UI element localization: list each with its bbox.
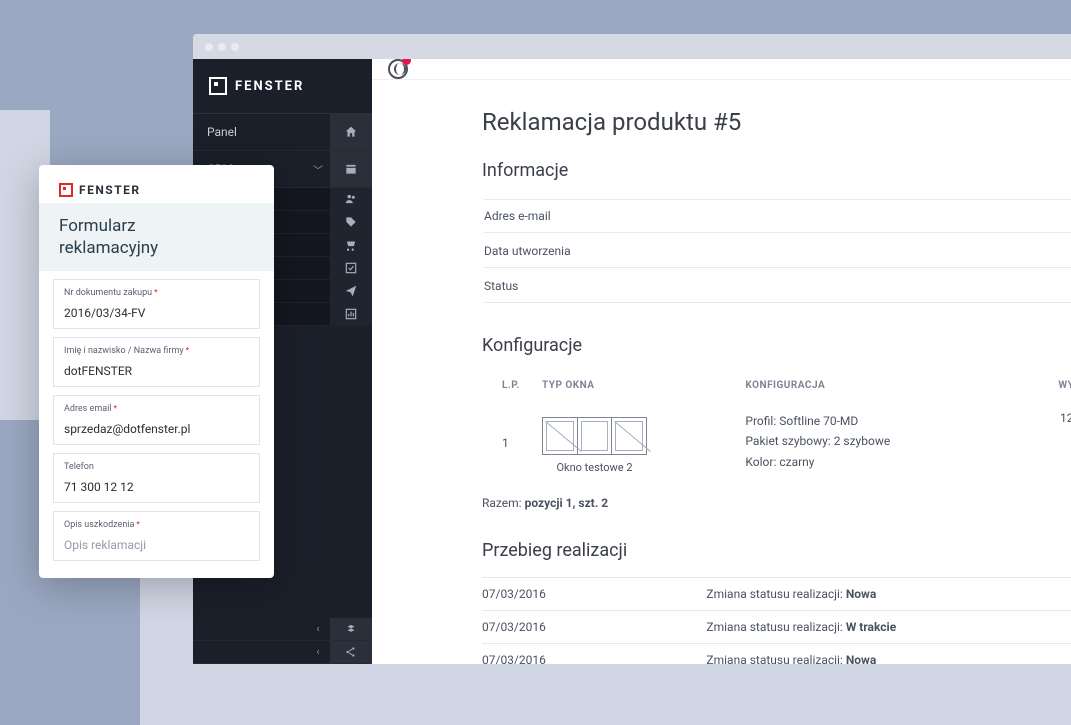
logo-text: FENSTER [79,183,141,197]
info-heading: Informacje [482,160,1071,181]
field-placeholder: Opis reklamacji [64,538,249,552]
config-summary: Razem: pozycji 1, szt. 2 [482,496,1071,510]
col-lp: L.P. [482,372,542,403]
history-table: 07/03/2016Zmiana statusu realizacji: Now… [482,577,1071,664]
logo-text: FENSTER [235,79,304,94]
calendar-icon [330,151,372,187]
share-icon [330,641,372,663]
col-wym: WYMI [1026,372,1071,403]
field-value: sprzedaz@dotfenster.pl [64,422,249,436]
page-title: Reklamacja produktu #5 [482,108,1071,136]
mobile-title: Formularz reklamacyjny [39,203,274,271]
info-row: Status [484,270,1071,303]
chevron-left-icon: ‹ [306,618,330,640]
traffic-dot [231,43,239,51]
cell-konf: Profil: Softline 70-MD Pakiet szybowy: 2… [745,403,1026,482]
field-value: dotFENSTER [64,364,249,378]
chevron-down-icon: ﹀ [306,151,330,187]
tag-icon [330,211,372,233]
window-preview-icon [542,417,647,455]
topbar [372,59,1071,80]
notifications-globe-icon[interactable] [388,59,408,79]
field-label: Telefon [64,462,249,472]
description-field[interactable]: Opis uszkodzenia Opis reklamacji [53,511,260,561]
bar-chart-icon [330,303,372,325]
field-value: 71 300 12 12 [64,480,249,494]
check-square-icon [330,257,372,279]
info-row: Data utworzenia [484,235,1071,268]
doc-number-field[interactable]: Nr dokumentu zakupu 2016/03/34-FV [53,279,260,329]
paper-plane-icon [330,280,372,302]
window-titlebar [193,34,1071,59]
cell-wym: 1200 [1026,403,1071,482]
users-icon [330,188,372,210]
field-label: Adres email [64,404,249,414]
config-table: L.P. TYP OKNA KONFIGURACJA WYMI 1 [482,372,1071,482]
logo-mark-icon [209,77,227,95]
nav-bottom-2[interactable]: ‹ [193,641,372,664]
chevron-left-icon: ‹ [306,641,330,663]
history-row: 07/03/2016Zmiana statusu realizacji: Now… [482,578,1071,611]
config-row: 1 Okno testowe 2 [482,403,1071,482]
typ-name: Okno testowe 2 [542,461,647,474]
main-content: Reklamacja produktu #5 Informacje Adres … [372,59,1071,664]
home-icon [330,114,372,150]
email-field[interactable]: Adres email sprzedaz@dotfenster.pl [53,395,260,445]
traffic-dot [218,43,226,51]
nav-bottom-1[interactable]: ‹ [193,618,372,641]
app-logo: FENSTER [193,59,372,114]
history-heading: Przebieg realizacji [482,540,1071,561]
nav-item-panel[interactable]: Panel [193,114,372,151]
history-row: 07/03/2016Zmiana statusu realizacji: W t… [482,611,1071,644]
traffic-dot [205,43,213,51]
col-konf: KONFIGURACJA [745,372,1026,403]
desktop-window: FENSTER Panel CRM ﹀ [193,34,1071,664]
cart-icon [330,234,372,256]
name-field[interactable]: Imię i nazwisko / Nazwa firmy dotFENSTER [53,337,260,387]
info-row: Adres e-mail [484,199,1071,233]
field-label: Opis uszkodzenia [64,520,249,530]
info-table: Adres e-mail Data utworzenia Status [482,197,1071,305]
field-label: Nr dokumentu zakupu [64,288,249,298]
cubes-icon [330,618,372,640]
logo-mark-icon [59,183,73,197]
phone-field[interactable]: Telefon 71 300 12 12 [53,453,260,503]
cell-lp: 1 [482,403,542,482]
config-heading: Konfiguracje [482,335,1071,356]
nav-label: Panel [193,114,330,150]
history-row: 07/03/2016Zmiana statusu realizacji: Now… [482,644,1071,665]
mobile-logo: FENSTER [59,183,254,197]
field-value: 2016/03/34-FV [64,306,249,320]
mobile-form-card: FENSTER Formularz reklamacyjny Nr dokume… [39,165,274,578]
field-label: Imię i nazwisko / Nazwa firmy [64,346,249,356]
cell-typ: Okno testowe 2 [542,403,745,482]
col-typ: TYP OKNA [542,372,745,403]
